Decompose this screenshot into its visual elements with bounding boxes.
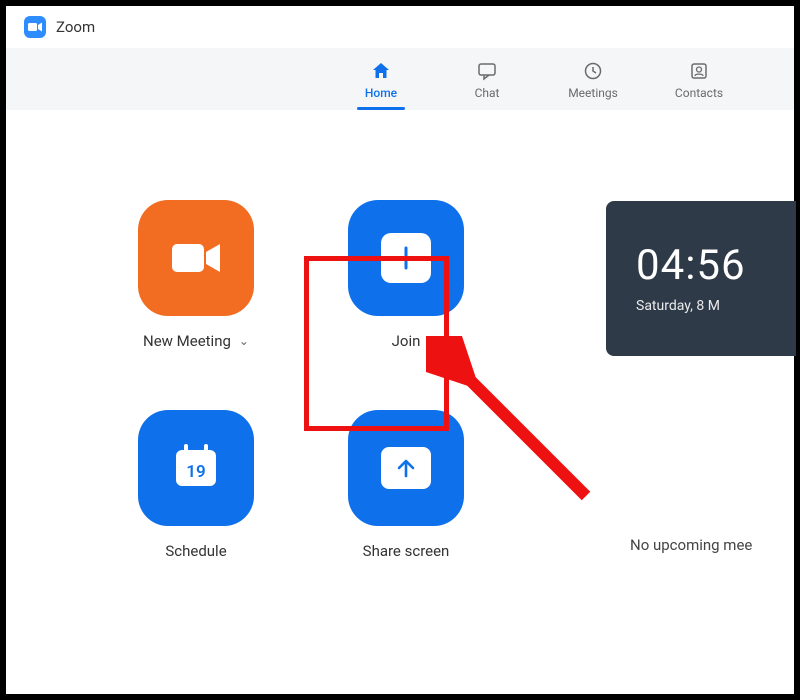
zoom-logo-icon (24, 16, 46, 38)
arrow-up-icon (395, 457, 417, 479)
action-schedule: 19 Schedule (116, 410, 276, 560)
chevron-down-icon[interactable]: ⌄ (239, 334, 249, 348)
action-label: Schedule (165, 542, 226, 560)
no-upcoming-meetings-text: No upcoming mee (606, 536, 796, 554)
schedule-button[interactable]: 19 (138, 410, 254, 526)
action-label: Share screen (363, 542, 450, 560)
tab-meetings[interactable]: Meetings (563, 60, 623, 100)
home-icon (370, 60, 392, 82)
contacts-icon (688, 60, 710, 82)
clock-icon (582, 60, 604, 82)
tab-label: Contacts (675, 86, 723, 100)
tab-label: Meetings (568, 86, 618, 100)
chat-icon (476, 60, 498, 82)
action-grid: New Meeting ⌄ Join (116, 200, 486, 560)
action-share-screen: Share screen (326, 410, 486, 560)
action-new-meeting: New Meeting ⌄ (116, 200, 276, 350)
right-panel: 04:56 Saturday, 8 M No upcoming mee (606, 201, 796, 554)
tab-label: Chat (475, 86, 500, 100)
calendar-day: 19 (170, 462, 222, 482)
clock-date: Saturday, 8 M (636, 298, 796, 314)
tab-label: Home (365, 86, 397, 100)
action-label: Join (392, 332, 421, 350)
share-screen-button[interactable] (348, 410, 464, 526)
video-camera-icon (168, 238, 224, 278)
clock-card: 04:56 Saturday, 8 M (606, 201, 796, 356)
app-title: Zoom (56, 18, 95, 36)
titlebar: Zoom (6, 6, 794, 48)
clock-time: 04:56 (636, 241, 796, 290)
action-label: New Meeting (143, 332, 231, 350)
tab-contacts[interactable]: Contacts (669, 60, 729, 100)
tab-home[interactable]: Home (351, 60, 411, 100)
tabbar: Home Chat Meetings Contacts (6, 48, 794, 110)
tab-chat[interactable]: Chat (457, 60, 517, 100)
action-join: Join (326, 200, 486, 350)
join-button[interactable] (348, 200, 464, 316)
plus-icon (392, 244, 420, 272)
new-meeting-button[interactable] (138, 200, 254, 316)
